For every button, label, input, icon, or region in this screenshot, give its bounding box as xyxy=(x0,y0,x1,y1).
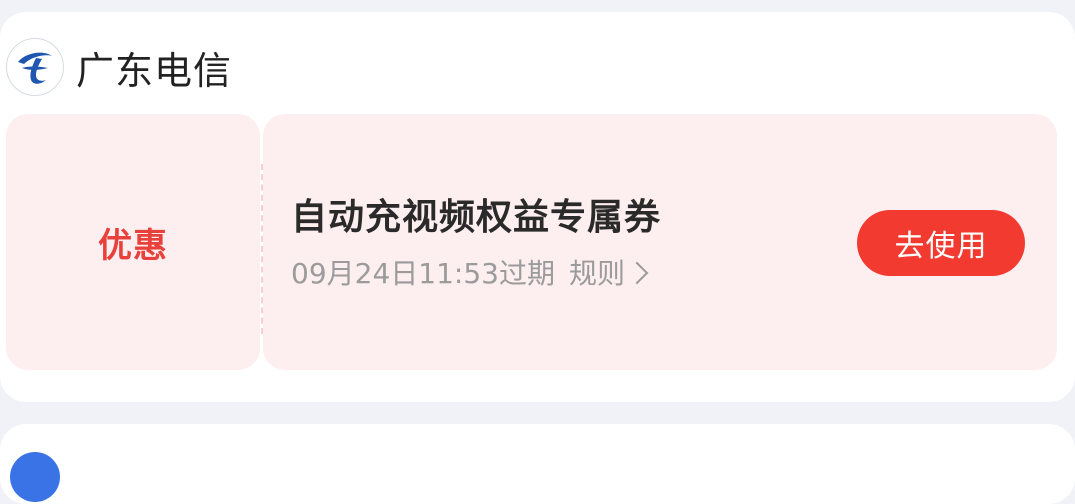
next-provider-card xyxy=(0,424,1075,504)
china-telecom-logo-glyph xyxy=(18,52,52,84)
china-telecom-logo-icon xyxy=(6,38,64,96)
provider-header: 广东电信 xyxy=(6,37,232,97)
coupon-detail-panel: 自动充视频权益专属券 09月24日11:53过期 规则 去使用 xyxy=(263,114,1057,370)
provider-name: 广东电信 xyxy=(76,48,233,93)
provider-card: 广东电信 优惠 自动充视频权益专属券 09月24日11:53过期 规则 去使用 xyxy=(0,12,1075,402)
coupon-card[interactable]: 优惠 自动充视频权益专属券 09月24日11:53过期 规则 去使用 xyxy=(6,114,1057,370)
chevron-right-icon xyxy=(625,261,649,285)
coupon-title: 自动充视频权益专属券 xyxy=(291,197,662,238)
rules-link[interactable]: 规则 xyxy=(568,252,649,292)
coupon-type-panel: 优惠 xyxy=(6,114,260,370)
rules-label: 规则 xyxy=(568,257,625,290)
coupon-meta: 09月24日11:53过期 规则 xyxy=(291,252,649,292)
coupon-type-label: 优惠 xyxy=(98,225,168,266)
coupon-expiry: 09月24日11:53过期 xyxy=(291,257,555,290)
use-coupon-button[interactable]: 去使用 xyxy=(857,210,1025,276)
provider-logo-icon xyxy=(10,452,60,502)
